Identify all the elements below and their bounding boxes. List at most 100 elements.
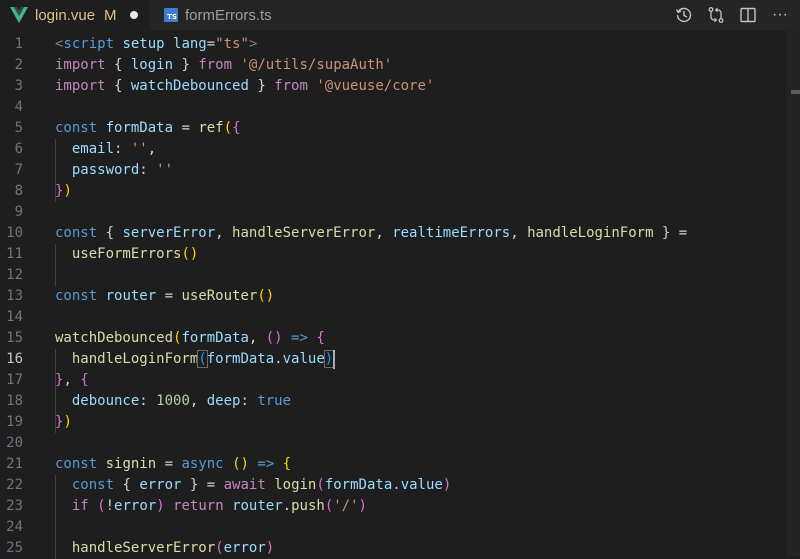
code-text: handleLoginForm(formData.value)	[55, 349, 335, 370]
code-token: )	[442, 477, 452, 493]
modified-indicator: M	[104, 6, 117, 24]
code-text: const { error } = await login(formData.v…	[55, 475, 451, 496]
code-token: useFormErrors	[71, 246, 182, 262]
line-number: 19	[6, 414, 23, 430]
code-text: email: '',	[55, 139, 156, 160]
code-line[interactable]: 16 handleLoginForm(formData.value)	[0, 349, 790, 370]
line-number: 6	[14, 141, 23, 157]
code-token: serverError	[122, 225, 216, 241]
code-token: .	[392, 477, 401, 493]
code-token: ,	[510, 225, 528, 241]
code-line[interactable]: 15 watchDebounced(formData, () => {	[0, 328, 790, 349]
line-number: 20	[6, 435, 23, 451]
code-token: ()	[265, 330, 283, 346]
code-line[interactable]: 20	[0, 433, 790, 454]
code-token: useRouter	[181, 288, 258, 304]
code-line[interactable]: 8})	[0, 181, 790, 202]
line-number: 4	[14, 99, 23, 115]
code-token: value	[282, 351, 325, 367]
code-editor[interactable]: 1 <script setup lang="ts"> 2 import { login…	[0, 30, 800, 559]
code-token: (	[223, 120, 233, 136]
code-line[interactable]: 11 useFormErrors()	[0, 244, 790, 265]
code-line[interactable]: 4	[0, 97, 790, 118]
code-line[interactable]: 9	[0, 202, 790, 223]
code-token: ,	[375, 225, 393, 241]
code-line[interactable]: 23 if (!error) return router.push('/')	[0, 496, 790, 517]
line-number: 1	[14, 36, 23, 52]
code-token: =	[156, 288, 182, 304]
code-line[interactable]: 14	[0, 307, 790, 328]
code-line[interactable]: 24	[0, 517, 790, 538]
code-token: '/'	[333, 498, 359, 514]
code-line[interactable]: 3 import { watchDebounced } from '@vueuse…	[0, 76, 790, 97]
code-line[interactable]: 5 const formData = ref({	[0, 118, 790, 139]
code-token: handleLoginForm	[71, 351, 199, 367]
code-line[interactable]: 13 const router = useRouter()	[0, 286, 790, 307]
code-token: (	[197, 350, 208, 368]
line-number: 23	[6, 498, 23, 514]
line-number: 21	[6, 456, 23, 472]
code-line[interactable]: 2 import { login } from '@/utils/supaAuth…	[0, 55, 790, 76]
code-line[interactable]: 6 email: '',	[0, 139, 790, 160]
code-token: watchDebounced	[55, 330, 174, 346]
code-token: setup	[114, 36, 165, 52]
code-token: {	[105, 57, 131, 73]
line-number: 9	[14, 204, 23, 220]
code-text: })	[55, 181, 72, 202]
code-token: await	[223, 477, 266, 493]
code-line[interactable]: 10 const { serverError, handleServerError…	[0, 223, 790, 244]
code-token: )	[63, 414, 72, 430]
tab-form-errors-ts[interactable]: TS formErrors.ts	[150, 0, 290, 30]
code-token: password	[71, 162, 140, 178]
source-control-compare-icon[interactable]	[706, 5, 726, 25]
code-token: >	[248, 36, 258, 52]
code-token: ()	[232, 456, 249, 472]
line-number: 8	[14, 183, 23, 199]
code-token: {	[97, 225, 123, 241]
more-actions-icon[interactable]: ···	[770, 5, 790, 25]
code-token: ,	[147, 141, 157, 157]
code-line[interactable]: 19})	[0, 412, 790, 433]
code-line[interactable]: 18 debounce: 1000, deep: true	[0, 391, 790, 412]
line-number: 18	[6, 393, 23, 409]
code-token: push	[291, 498, 325, 514]
code-line[interactable]: 1 <script setup lang="ts">	[0, 34, 790, 55]
code-token: email	[71, 141, 115, 157]
timeline-icon[interactable]	[674, 5, 694, 25]
code-line[interactable]: 12	[0, 265, 790, 286]
code-token: {	[114, 477, 140, 493]
code-line[interactable]: 22 const { error } = await login(formDat…	[0, 475, 790, 496]
code-text: password: ''	[55, 160, 173, 181]
code-token: "ts"	[215, 36, 249, 52]
code-line[interactable]: 7 password: ''	[0, 160, 790, 181]
split-editor-icon[interactable]	[738, 5, 758, 25]
code-token: ,	[63, 372, 81, 388]
unsaved-dot-icon[interactable]	[129, 11, 138, 19]
tab-label: login.vue	[35, 6, 96, 24]
code-token: true	[257, 393, 292, 409]
code-token: import	[55, 57, 106, 73]
code-token: ''	[130, 141, 148, 157]
tab-label: formErrors.ts	[185, 6, 272, 24]
code-token: } =	[653, 225, 688, 241]
line-number: 7	[14, 162, 23, 178]
code-token: lang	[164, 36, 207, 52]
code-token: login	[130, 57, 174, 73]
code-line[interactable]: 17}, {	[0, 370, 790, 391]
code-text: import { watchDebounced } from '@vueuse/…	[55, 76, 434, 97]
code-line[interactable]: 21 const signin = async () => {	[0, 454, 790, 475]
typescript-icon: TS	[164, 8, 178, 22]
editor-actions: ···	[674, 0, 790, 30]
code-token: formData	[105, 120, 174, 136]
code-token: =>	[257, 456, 275, 472]
code-token: script	[63, 36, 115, 52]
tab-login-vue[interactable]: login.vue M	[0, 0, 150, 30]
code-token: const	[55, 456, 98, 472]
